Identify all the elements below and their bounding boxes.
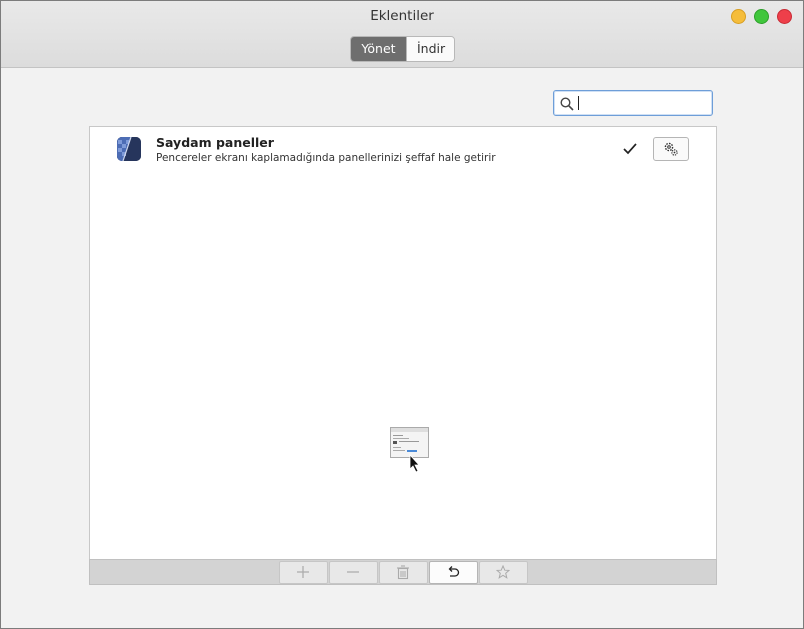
star-icon [496,565,510,579]
extension-list: Saydam paneller Pencereler ekranı kaplam… [89,126,717,560]
view-switcher: Yönet İndir [350,36,455,62]
search-icon [560,96,574,115]
tab-manage[interactable]: Yönet [351,37,406,61]
window-title: Eklentiler [370,8,434,24]
configure-button[interactable] [653,137,689,161]
add-button[interactable] [279,561,328,584]
trash-icon [397,565,409,580]
bottom-toolbar [89,559,717,585]
gear-icon [664,142,678,156]
extension-description: Pencereler ekranı kaplamadığında panelle… [156,152,496,164]
search-input[interactable] [553,90,713,116]
enabled-check-icon [622,141,638,160]
uninstall-button[interactable] [379,561,428,584]
extensions-window: Eklentiler Yönet İndir Saydam paneller P… [0,0,804,629]
minimize-button[interactable] [731,9,746,24]
maximize-button[interactable] [754,9,769,24]
tab-download[interactable]: İndir [406,37,454,61]
plus-icon [297,566,309,578]
minus-icon [347,571,359,573]
drag-preview-thumbnail [390,427,430,477]
text-caret [578,96,579,110]
favorite-button[interactable] [479,561,528,584]
transparent-panels-icon [117,137,141,161]
undo-icon [448,566,460,577]
close-button[interactable] [777,9,792,24]
list-item[interactable]: Saydam paneller Pencereler ekranı kaplam… [90,127,716,173]
remove-button[interactable] [329,561,378,584]
restore-button[interactable] [429,561,478,584]
extension-name: Saydam paneller [156,135,274,150]
titlebar: Eklentiler Yönet İndir [1,1,803,68]
